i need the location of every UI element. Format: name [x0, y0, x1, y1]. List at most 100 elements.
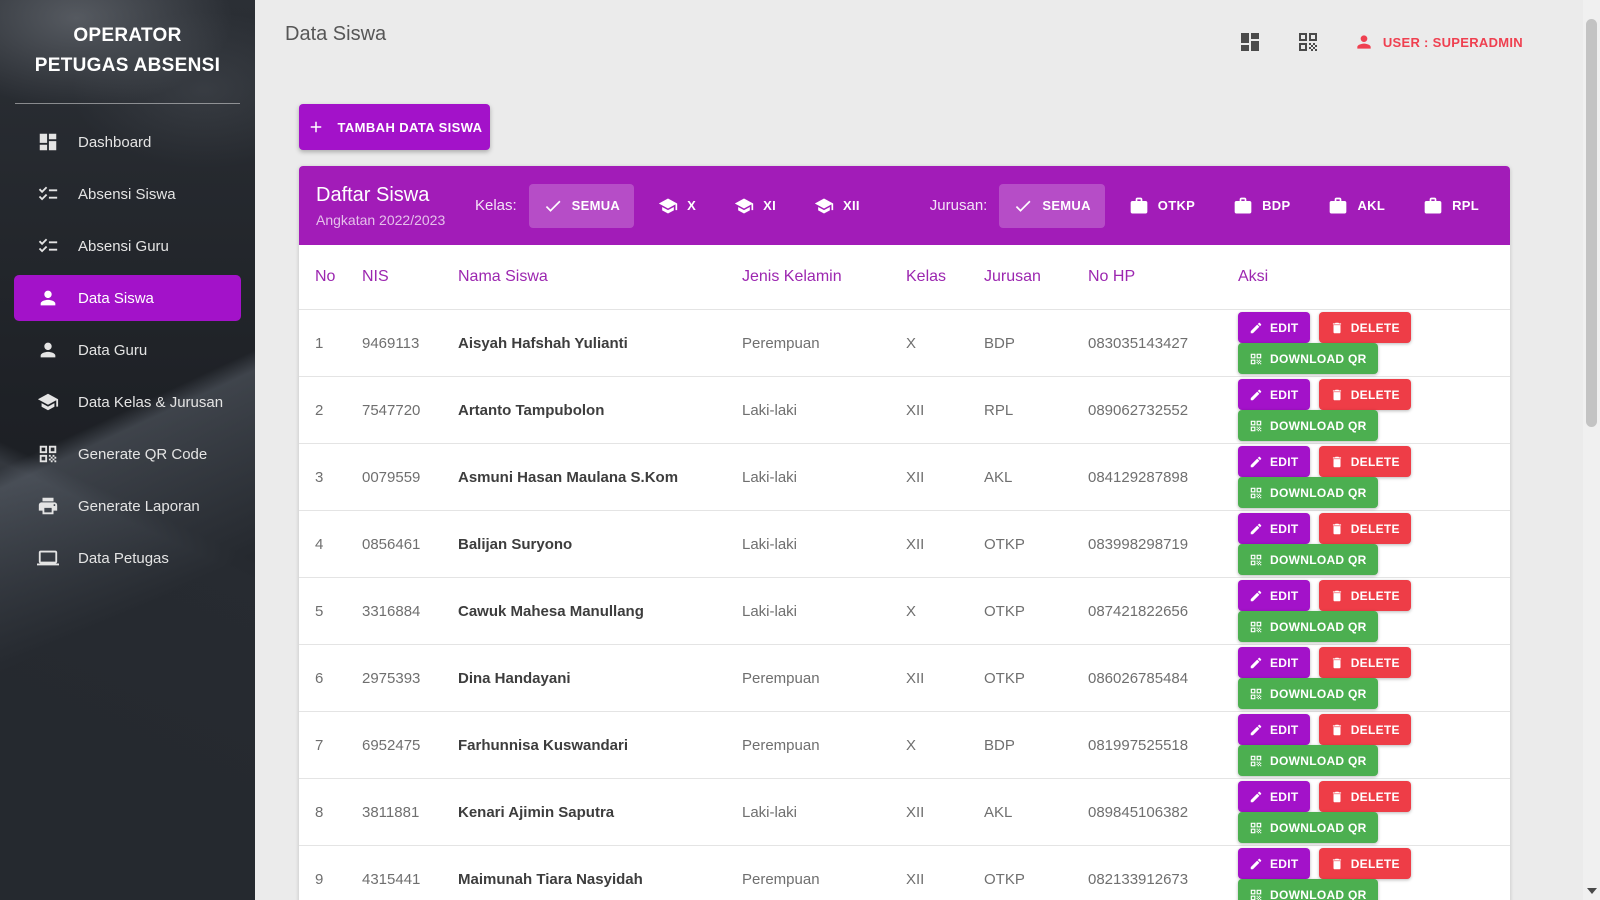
chip-label: BDP: [1262, 198, 1290, 213]
sidebar-divider: [15, 103, 240, 104]
sidebar-item[interactable]: Generate Laporan: [14, 483, 241, 529]
delete-button[interactable]: DELETE: [1319, 446, 1411, 477]
dashboard-icon[interactable]: [1238, 30, 1262, 54]
delete-button[interactable]: DELETE: [1319, 379, 1411, 410]
jurusan-filter-chip[interactable]: BDP: [1219, 184, 1304, 228]
delete-button[interactable]: DELETE: [1319, 647, 1411, 678]
kelas-filter-chip[interactable]: XI: [720, 184, 790, 228]
delete-button[interactable]: DELETE: [1319, 781, 1411, 812]
cell-aksi: EDIT DELETE DOWNLOAD QR: [1238, 446, 1510, 508]
jurusan-filter-chip[interactable]: SEMUA: [999, 184, 1104, 228]
cell-kelas: XII: [906, 536, 984, 553]
cell-no-hp: 081997525518: [1088, 737, 1238, 754]
cell-jenis-kelamin: Perempuan: [742, 670, 906, 687]
edit-button[interactable]: EDIT: [1238, 379, 1310, 410]
delete-button[interactable]: DELETE: [1319, 848, 1411, 879]
app-title-line1: OPERATOR: [12, 21, 243, 51]
scrollbar-thumb[interactable]: [1586, 19, 1597, 427]
trash-icon: [1330, 723, 1344, 737]
chip-label: OTKP: [1158, 198, 1195, 213]
chip-label: SEMUA: [1042, 198, 1090, 213]
sidebar-item[interactable]: Data Petugas: [14, 535, 241, 581]
kelas-filter-chip[interactable]: X: [644, 184, 710, 228]
pencil-icon: [1249, 790, 1263, 804]
delete-button[interactable]: DELETE: [1319, 714, 1411, 745]
jurusan-filter-chip[interactable]: OTKP: [1115, 184, 1209, 228]
download-qr-button[interactable]: DOWNLOAD QR: [1238, 477, 1378, 508]
filter-bar: Daftar Siswa Angkatan 2022/2023 Kelas: S…: [299, 166, 1510, 245]
jurusan-filter-label: Jurusan:: [930, 197, 988, 214]
edit-button[interactable]: EDIT: [1238, 446, 1310, 477]
jurusan-filter-chip[interactable]: RPL: [1409, 184, 1493, 228]
edit-button[interactable]: EDIT: [1238, 312, 1310, 343]
cell-jenis-kelamin: Laki-laki: [742, 603, 906, 620]
cell-kelas: X: [906, 335, 984, 352]
kelas-filter-chip[interactable]: XII: [800, 184, 874, 228]
edit-button[interactable]: EDIT: [1238, 513, 1310, 544]
sidebar-item-label: Data Siswa: [78, 290, 154, 307]
cell-no-hp: 089062732552: [1088, 402, 1238, 419]
cell-aksi: EDIT DELETE DOWNLOAD QR: [1238, 580, 1510, 642]
column-header: Kelas: [906, 268, 984, 286]
cell-jenis-kelamin: Laki-laki: [742, 804, 906, 821]
table-row: 3 0079559 Asmuni Hasan Maulana S.Kom Lak…: [299, 443, 1510, 510]
check-icon: [543, 196, 563, 216]
jurusan-filter-chip[interactable]: AKL: [1314, 184, 1399, 228]
edit-button[interactable]: EDIT: [1238, 781, 1310, 812]
sidebar-item[interactable]: Dashboard: [14, 119, 241, 165]
chip-label: XII: [843, 198, 860, 213]
cell-nis: 6952475: [362, 737, 458, 754]
edit-button[interactable]: EDIT: [1238, 647, 1310, 678]
kelas-filter-chip[interactable]: SEMUA: [529, 184, 634, 228]
pencil-icon: [1249, 589, 1263, 603]
scroll-down-arrow-icon[interactable]: [1587, 888, 1597, 894]
card-subtitle: Angkatan 2022/2023: [316, 212, 475, 228]
download-qr-button[interactable]: DOWNLOAD QR: [1238, 611, 1378, 642]
delete-button[interactable]: DELETE: [1319, 580, 1411, 611]
jurusan-filter-group: SEMUA OTKP BDP AKL: [999, 184, 1493, 228]
cell-no: 3: [315, 469, 362, 486]
delete-button[interactable]: DELETE: [1319, 312, 1411, 343]
edit-button[interactable]: EDIT: [1238, 714, 1310, 745]
sidebar-item[interactable]: Absensi Guru: [14, 223, 241, 269]
sidebar-item[interactable]: Absensi Siswa: [14, 171, 241, 217]
table-row: 8 3811881 Kenari Ajimin Saputra Laki-lak…: [299, 778, 1510, 845]
school-icon: [734, 196, 754, 216]
delete-button[interactable]: DELETE: [1319, 513, 1411, 544]
cell-no-hp: 082133912673: [1088, 871, 1238, 888]
edit-button[interactable]: EDIT: [1238, 848, 1310, 879]
topbar-actions: USER : SUPERADMIN: [1238, 30, 1523, 54]
column-header: Nama Siswa: [458, 268, 742, 286]
sidebar-item[interactable]: Data Siswa: [14, 275, 241, 321]
briefcase-icon: [1423, 196, 1443, 216]
cell-no: 2: [315, 402, 362, 419]
sidebar-nav: Dashboard Absensi Siswa Absensi Guru Dat…: [0, 119, 255, 581]
download-qr-button[interactable]: DOWNLOAD QR: [1238, 745, 1378, 776]
column-header: No HP: [1088, 268, 1238, 286]
edit-button[interactable]: EDIT: [1238, 580, 1310, 611]
cell-no: 4: [315, 536, 362, 553]
cell-no: 1: [315, 335, 362, 352]
download-qr-button[interactable]: DOWNLOAD QR: [1238, 343, 1378, 374]
column-header: Jurusan: [984, 268, 1088, 286]
sidebar-item-label: Data Kelas & Jurusan: [78, 394, 223, 411]
download-qr-button[interactable]: DOWNLOAD QR: [1238, 544, 1378, 575]
table-row: 6 2975393 Dina Handayani Perempuan XII O…: [299, 644, 1510, 711]
checklist-icon: [37, 183, 59, 205]
tambah-data-siswa-button[interactable]: TAMBAH DATA SISWA: [299, 104, 490, 150]
qr-code-icon[interactable]: [1296, 30, 1320, 54]
download-qr-button[interactable]: DOWNLOAD QR: [1238, 678, 1378, 709]
download-qr-button[interactable]: DOWNLOAD QR: [1238, 879, 1378, 900]
pencil-icon: [1249, 656, 1263, 670]
sidebar-item-label: Absensi Guru: [78, 238, 169, 255]
sidebar-item[interactable]: Data Kelas & Jurusan: [14, 379, 241, 425]
sidebar-item[interactable]: Data Guru: [14, 327, 241, 373]
download-qr-button[interactable]: DOWNLOAD QR: [1238, 812, 1378, 843]
cell-jenis-kelamin: Perempuan: [742, 737, 906, 754]
sidebar-item[interactable]: Generate QR Code: [14, 431, 241, 477]
scrollbar-track[interactable]: [1583, 0, 1600, 900]
briefcase-icon: [1233, 196, 1253, 216]
download-qr-button[interactable]: DOWNLOAD QR: [1238, 410, 1378, 441]
cell-kelas: XII: [906, 402, 984, 419]
user-menu[interactable]: USER : SUPERADMIN: [1354, 32, 1523, 52]
